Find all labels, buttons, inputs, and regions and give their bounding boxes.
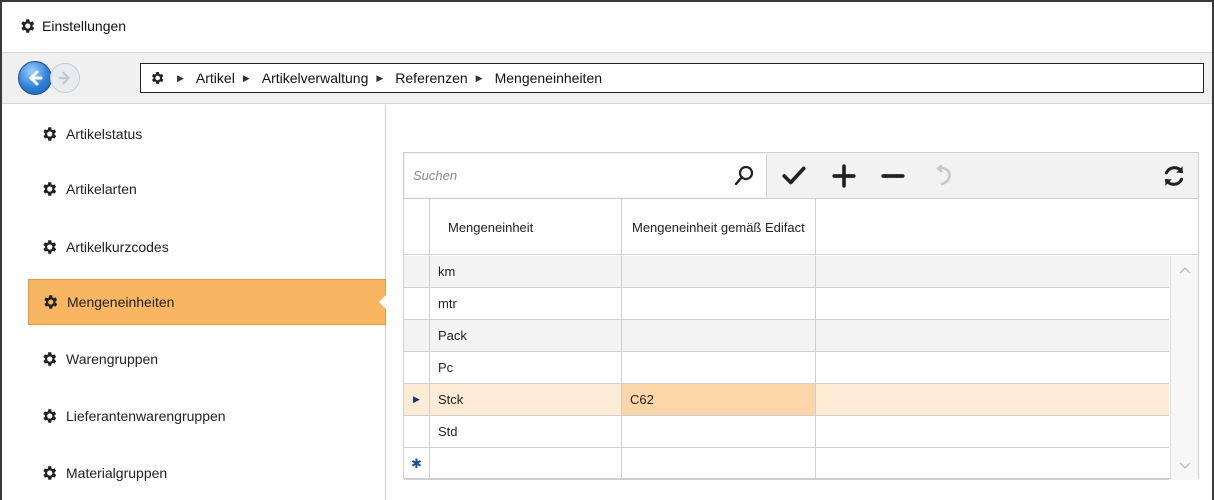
delete-button[interactable]: [879, 162, 907, 190]
active-indicator: [379, 294, 387, 310]
sidebar-item-label: Warengruppen: [66, 351, 159, 367]
breadcrumb-item[interactable]: Mengeneinheiten: [495, 70, 602, 86]
current-row-arrow-icon: ▶: [404, 384, 430, 415]
arrow-left-icon: [29, 70, 43, 86]
breadcrumb-item[interactable]: Referenzen: [395, 70, 467, 86]
table-cell[interactable]: [622, 352, 816, 383]
gear-icon: [18, 17, 36, 35]
sidebar-item-label: Materialgruppen: [66, 465, 168, 481]
sidebar-item-lieferantenwarengruppen[interactable]: Lieferantenwarengruppen: [28, 393, 388, 439]
search-input[interactable]: Suchen: [405, 154, 767, 197]
add-button[interactable]: [830, 162, 858, 190]
save-button[interactable]: [780, 162, 808, 190]
table-cell[interactable]: Pc: [430, 352, 622, 383]
arrow-right-icon: [58, 71, 70, 85]
breadcrumb-item[interactable]: Artikelverwaltung: [262, 70, 369, 86]
data-grid-panel: Suchen Mengeneinheit Mengeneinheit gemäß…: [403, 152, 1199, 480]
sidebar-item-label: Mengeneinheiten: [67, 294, 175, 310]
chevron-up-icon: [1179, 267, 1191, 274]
breadcrumb[interactable]: ▶ Artikel ▶ Artikelverwaltung ▶ Referenz…: [140, 63, 1204, 93]
table-row-new[interactable]: ✱: [404, 448, 1169, 480]
gear-icon: [40, 350, 58, 368]
row-marker[interactable]: [404, 288, 430, 319]
settings-window: Einstellungen ▶ Artikel ▶ Artikelverwalt…: [0, 0, 1214, 500]
vertical-scrollbar[interactable]: [1170, 256, 1198, 480]
search-placeholder: Suchen: [413, 168, 458, 183]
sidebar-item-label: Artikelarten: [66, 181, 137, 197]
sidebar-item-artikelkurzcodes[interactable]: Artikelkurzcodes: [28, 224, 388, 270]
table-cell[interactable]: [622, 256, 816, 287]
table-row[interactable]: mtr: [404, 288, 1169, 320]
table-row[interactable]: km: [404, 256, 1169, 288]
title-bar: Einstellungen: [2, 2, 1212, 50]
table-cell[interactable]: [622, 288, 816, 319]
sidebar-item-label: Artikelkurzcodes: [66, 239, 169, 255]
chevron-right-icon: ▶: [177, 72, 184, 83]
sidebar-item-artikelarten[interactable]: Artikelarten: [28, 166, 388, 212]
sidebar-item-artikelstatus[interactable]: Artikelstatus: [28, 111, 388, 157]
sidebar-item-label: Lieferantenwarengruppen: [66, 408, 226, 424]
sidebar-item-materialgruppen[interactable]: Materialgruppen: [28, 450, 388, 496]
table-cell[interactable]: C62: [622, 384, 816, 415]
row-marker-header: [404, 199, 430, 254]
table-row[interactable]: Std: [404, 416, 1169, 448]
table-cell[interactable]: km: [430, 256, 622, 287]
sidebar-item-label: Artikelstatus: [66, 126, 143, 142]
gear-icon: [40, 464, 58, 482]
gear-icon: [40, 407, 58, 425]
grid-toolbar: Suchen: [404, 153, 1198, 199]
row-marker[interactable]: [404, 352, 430, 383]
window-title: Einstellungen: [42, 18, 127, 34]
table-row-selected[interactable]: ▶ Stck C62: [404, 384, 1169, 416]
row-marker[interactable]: [404, 256, 430, 287]
minus-icon: [881, 174, 905, 178]
chevron-right-icon: ▶: [242, 72, 250, 83]
gear-icon: [40, 238, 58, 256]
table-header: Mengeneinheit Mengeneinheit gemäß Edifac…: [404, 199, 1198, 255]
refresh-icon: [1164, 166, 1184, 186]
chevron-right-icon: ▶: [475, 72, 483, 83]
row-marker[interactable]: [404, 320, 430, 351]
chevron-down-icon: [1179, 462, 1191, 469]
gear-icon: [40, 125, 58, 143]
table-cell[interactable]: [622, 448, 816, 479]
column-header[interactable]: Mengeneinheit: [430, 199, 622, 255]
search-icon[interactable]: [732, 164, 756, 188]
forward-button[interactable]: [50, 63, 80, 93]
table-cell[interactable]: Pack: [430, 320, 622, 351]
table-cell[interactable]: Stck: [430, 384, 622, 415]
table-cell[interactable]: [622, 320, 816, 351]
table-cell[interactable]: mtr: [430, 288, 622, 319]
gear-icon: [149, 70, 165, 86]
table-cell[interactable]: [430, 448, 622, 479]
undo-icon: [936, 164, 951, 186]
navigation-bar: ▶ Artikel ▶ Artikelverwaltung ▶ Referenz…: [2, 52, 1212, 104]
table-row[interactable]: Pack: [404, 320, 1169, 352]
undo-button[interactable]: [930, 162, 958, 190]
plus-icon: [832, 164, 856, 188]
sidebar-item-warengruppen[interactable]: Warengruppen: [28, 336, 388, 382]
table-cell[interactable]: [622, 416, 816, 447]
column-header[interactable]: Mengeneinheit gemäß Edifact: [622, 199, 816, 255]
sidebar-item-mengeneinheiten[interactable]: Mengeneinheiten: [28, 279, 387, 325]
sidebar: Artikelstatus Artikelarten Artikelkurzco…: [2, 105, 388, 500]
chevron-right-icon: ▶: [376, 72, 384, 83]
row-marker[interactable]: [404, 416, 430, 447]
refresh-button[interactable]: [1160, 162, 1188, 190]
check-icon: [782, 166, 806, 185]
breadcrumb-item[interactable]: Artikel: [196, 70, 235, 86]
gear-icon: [41, 293, 59, 311]
back-button[interactable]: [18, 61, 52, 95]
scroll-up-button[interactable]: [1171, 256, 1199, 284]
scroll-down-button[interactable]: [1171, 452, 1199, 480]
gear-icon: [40, 180, 58, 198]
new-row-asterisk-icon: ✱: [404, 448, 430, 479]
table-cell[interactable]: Std: [430, 416, 622, 447]
table-row[interactable]: Pc: [404, 352, 1169, 384]
